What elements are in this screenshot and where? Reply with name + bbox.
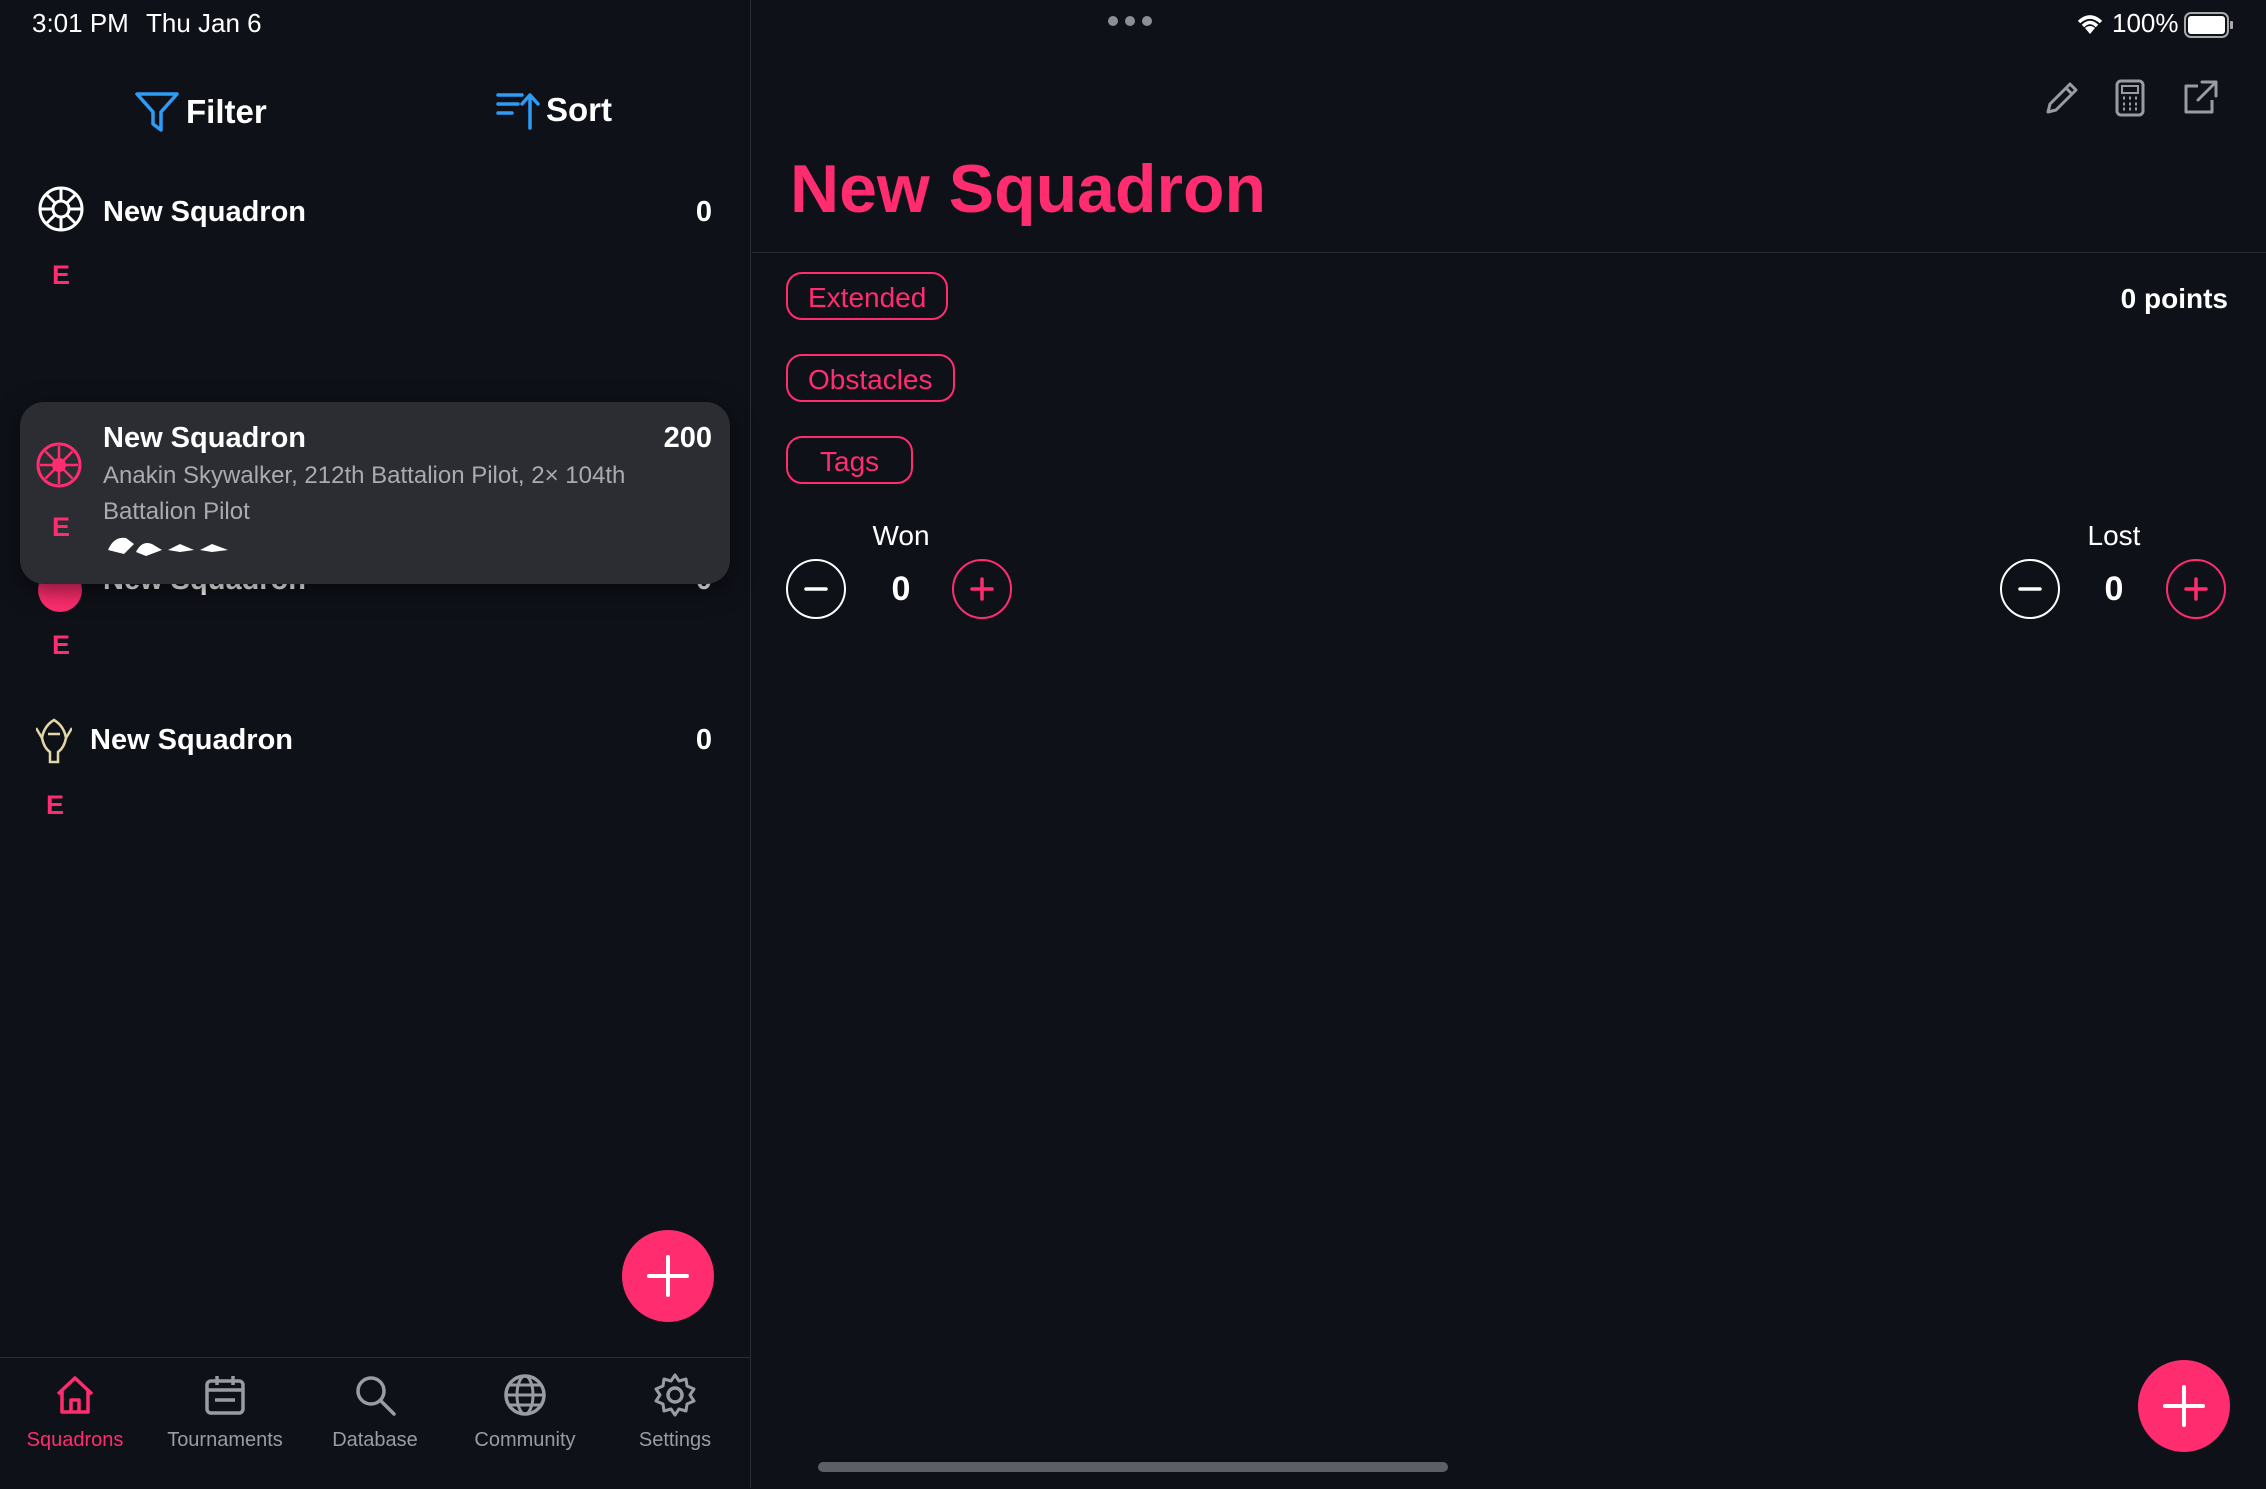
add-squadron-button[interactable] <box>622 1230 714 1322</box>
home-indicator <box>818 1462 1448 1472</box>
gear-icon <box>654 1373 696 1417</box>
squadron-name: New Squadron <box>103 196 307 228</box>
search-icon <box>356 1376 396 1416</box>
squadron-name: New Squadron <box>90 724 294 756</box>
squadron-list-sidebar: Filter Sort New Squadron 0 E New Squadro… <box>0 0 751 1488</box>
lost-decrement-button[interactable] <box>2000 559 2060 619</box>
tab-settings[interactable]: Settings <box>600 1372 750 1452</box>
squadron-row[interactable]: New Squadron 0 E <box>20 700 730 830</box>
tab-label: Database <box>332 1429 418 1451</box>
squadron-pilot-list: Anakin Skywalker, 212th Battalion Pilot,… <box>103 462 626 525</box>
tab-squadrons[interactable]: Squadrons <box>0 1372 150 1452</box>
battery-percent: 100% <box>2112 8 2179 38</box>
add-pilot-button[interactable] <box>2138 1360 2230 1452</box>
squadron-title: New Squadron <box>790 151 1267 227</box>
plus-icon <box>647 1255 689 1297</box>
calendar-icon <box>205 1376 245 1415</box>
format-badge: E <box>52 260 71 290</box>
minus-icon <box>2018 587 2042 591</box>
multitasking-dots-icon[interactable] <box>1108 16 1152 26</box>
total-points: 0 points <box>2120 283 2228 314</box>
minus-icon <box>804 587 828 591</box>
format-chip[interactable]: Extended <box>786 272 949 320</box>
tab-label: Community <box>474 1429 576 1451</box>
mandalorian-icon <box>34 716 74 769</box>
battery-icon <box>2184 12 2234 43</box>
tags-chip[interactable]: Tags <box>786 436 914 484</box>
wifi-icon <box>2074 12 2106 41</box>
globe-icon <box>504 1374 546 1416</box>
tab-community[interactable]: Community <box>450 1372 600 1452</box>
galactic-republic-icon <box>36 442 82 493</box>
squadron-points: 200 <box>663 422 712 454</box>
won-label: Won <box>872 520 930 551</box>
tab-bar: Squadrons Tournaments Database Community… <box>0 1357 750 1489</box>
tab-label: Squadrons <box>26 1429 124 1451</box>
sort-button[interactable]: Sort <box>496 90 612 130</box>
lost-increment-button[interactable] <box>2166 559 2226 619</box>
filter-button[interactable]: Filter <box>134 90 267 134</box>
edit-button[interactable] <box>2042 78 2082 123</box>
sort-label: Sort <box>546 91 612 128</box>
tab-label: Tournaments <box>167 1429 283 1451</box>
won-increment-button[interactable] <box>952 559 1012 619</box>
share-button[interactable] <box>2180 78 2220 123</box>
plus-icon <box>2184 577 2208 601</box>
plus-icon <box>2163 1385 2205 1427</box>
external-link-icon <box>2184 80 2218 114</box>
calculator-icon <box>2115 79 2145 117</box>
format-badge: E <box>46 790 65 820</box>
filter-icon <box>135 92 179 132</box>
calculator-button[interactable] <box>2112 78 2148 123</box>
galactic-empire-icon <box>38 186 84 237</box>
ship-silhouettes-icon <box>106 532 232 563</box>
squadron-row[interactable]: New Squadron 0 E <box>20 176 730 306</box>
lost-label: Lost <box>2087 520 2141 551</box>
squadron-points: 0 <box>695 196 712 228</box>
obstacles-chip[interactable]: Obstacles <box>786 354 955 402</box>
divider <box>752 252 2266 253</box>
won-decrement-button[interactable] <box>786 559 846 619</box>
lost-value: 0 <box>2104 570 2124 608</box>
plus-icon <box>970 577 994 601</box>
home-icon <box>56 1376 94 1414</box>
squadron-points: 0 <box>695 724 712 756</box>
squadron-name: New Squadron <box>103 422 307 454</box>
format-badge: E <box>52 512 71 542</box>
pencil-icon <box>2046 82 2078 114</box>
won-value: 0 <box>891 570 911 608</box>
tab-database[interactable]: Database <box>300 1372 450 1452</box>
sort-icon <box>496 93 540 130</box>
format-badge: E <box>52 630 71 660</box>
tab-label: Settings <box>638 1429 712 1451</box>
filter-label: Filter <box>186 93 267 130</box>
tab-tournaments[interactable]: Tournaments <box>150 1372 300 1452</box>
squadron-preview-card[interactable]: New Squadron 200 Anakin Skywalker, 212th… <box>20 402 730 584</box>
